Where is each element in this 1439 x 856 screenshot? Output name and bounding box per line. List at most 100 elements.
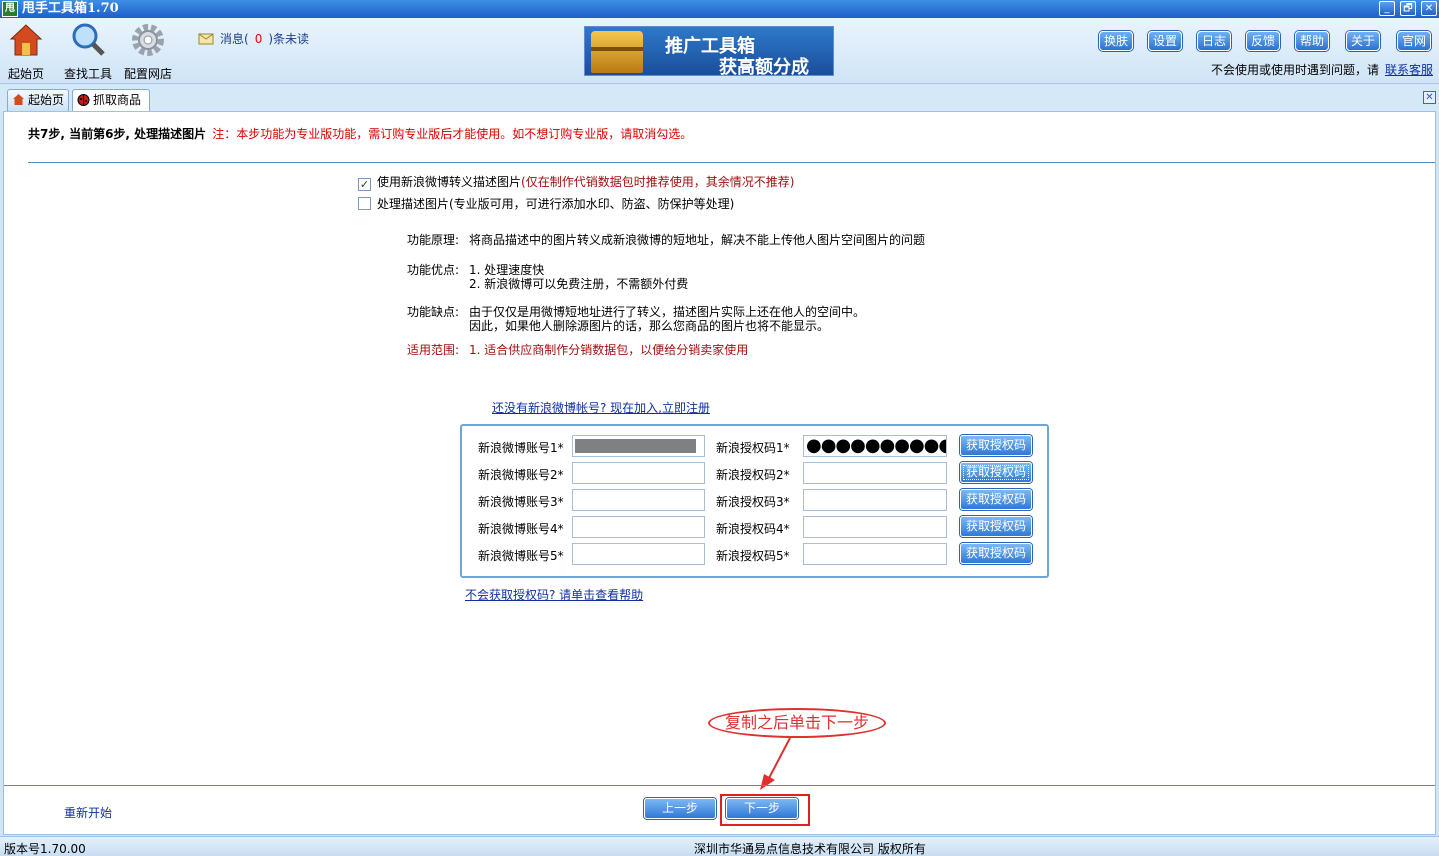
pros-item-2: 2. 新浪微博可以免费注册，不需额外付费 [469,277,689,291]
prev-step-button[interactable]: 上一步 [644,798,716,819]
find-tool-button[interactable]: 查找工具 [64,22,112,82]
pros-key: 功能优点: [407,263,460,277]
account-row-3: 新浪微博账号3* 新浪授权码3* 获取授权码 [462,489,1047,513]
gear-icon [132,24,164,56]
account-input-1[interactable] [572,435,705,457]
account-input-4[interactable] [572,516,705,538]
option1-label: 使用新浪微博转义描述图片 [377,175,522,189]
cons-key: 功能缺点: [407,305,460,319]
close-tab-icon[interactable]: ✕ [1423,91,1436,104]
get-auth-code-button-5[interactable]: 获取授权码 [960,543,1032,564]
help-button[interactable]: 帮助 [1295,31,1329,51]
account-row-5: 新浪微博账号5* 新浪授权码5* 获取授权码 [462,543,1047,567]
auth-label-2: 新浪授权码2* [716,468,790,482]
auth-label-5: 新浪授权码5* [716,549,790,563]
checkbox-weibo-convert[interactable]: ✓ [358,178,371,191]
option-process-images[interactable]: 处理描述图片(专业版可用，可进行添加水印、防盗、防保护等处理) [358,195,734,212]
home-icon [9,24,43,56]
footer-divider [4,785,1435,786]
scope-value: 1. 适合供应商制作分销数据包，以便给分销卖家使用 [469,343,749,357]
register-weibo-link[interactable]: 还没有新浪微博帐号? 现在加入,立即注册 [492,399,710,416]
auth-label-3: 新浪授权码3* [716,495,790,509]
tab-start-page[interactable]: 起始页 [7,89,69,111]
minimize-button[interactable]: _ [1379,1,1395,16]
message-link[interactable]: 消息(0)条未读 [198,30,309,47]
cons-line-2: 因此，如果他人删除源图片的话，那么您商品的图片也将不能显示。 [469,319,830,333]
account-row-4: 新浪微博账号4* 新浪授权码4* 获取授权码 [462,516,1047,540]
restore-button[interactable]: 🗗 [1400,1,1416,16]
close-button[interactable]: ✕ [1421,1,1437,16]
annotation-bubble: 复制之后单击下一步 [708,708,886,738]
toolbar: 起始页 查找工具 配置网店 消息(0)条未读 推广工具箱 获高额分成 换肤 设置… [0,18,1439,84]
account-label-5: 新浪微博账号5* [478,549,564,563]
log-button[interactable]: 日志 [1197,31,1231,51]
config-shop-button[interactable]: 配置网店 [124,22,172,82]
skin-button[interactable]: 换肤 [1099,31,1133,51]
checkbox-process-images[interactable] [358,197,371,210]
support-text: 不会使用或使用时遇到问题，请 [1210,63,1379,77]
option-weibo-convert[interactable]: ✓ 使用新浪微博转义描述图片(仅在制作代销数据包时推荐使用，其余情况不推荐) [358,173,794,191]
auth-input-2[interactable] [803,462,947,484]
promo-banner[interactable]: 推广工具箱 获高额分成 [584,26,834,78]
home-tool-button[interactable]: 起始页 [8,22,44,82]
feedback-button[interactable]: 反馈 [1246,31,1280,51]
find-tool-label: 查找工具 [64,67,113,81]
account-input-5[interactable] [572,543,705,565]
auth-input-5[interactable] [803,543,947,565]
account-form: 新浪微博账号1* 新浪授权码1* ●●●●●●●●●●●●● 获取授权码 新浪微… [460,424,1049,578]
account-label-1: 新浪微博账号1* [478,441,564,455]
website-button[interactable]: 官网 [1397,31,1431,51]
status-bar: 版本号1.70.00 深圳市华通易点信息技术有限公司 版权所有 [0,836,1439,856]
home-icon [13,94,24,105]
account-label-3: 新浪微博账号3* [478,495,564,509]
annotation-arrow-icon [760,737,791,790]
scope-key: 适用范围: [407,343,460,357]
account-input-3[interactable] [572,489,705,511]
get-auth-code-button-2[interactable]: 获取授权码 [960,462,1032,483]
window-title: 甩手工具箱1.70 [22,1,119,16]
copyright-text: 深圳市华通易点信息技术有限公司 版权所有 [694,842,926,856]
auth-input-1[interactable]: ●●●●●●●●●●●●● [803,435,947,457]
divider [28,162,1435,163]
account-label-2: 新浪微博账号2* [478,468,564,482]
account-label-4: 新浪微博账号4* [478,522,564,536]
get-auth-code-button-1[interactable]: 获取授权码 [960,435,1032,456]
banner-line2: 获高额分成 [719,57,809,78]
support-line: 不会使用或使用时遇到问题，请 联系客服 [1211,61,1433,78]
cons-row: 功能缺点: 由于仅仅是用微博短地址进行了转义，描述图片实际上还在他人的空间中。 因… [407,305,865,333]
tab-start-label: 起始页 [28,93,65,107]
principle-row: 功能原理: 将商品描述中的图片转义成新浪微博的短地址，解决不能上传他人图片空间图片… [407,233,925,247]
treasure-chest-icon [591,31,643,73]
get-auth-code-button-3[interactable]: 获取授权码 [960,489,1032,510]
auth-input-3[interactable] [803,489,947,511]
get-auth-code-button-4[interactable]: 获取授权码 [960,516,1032,537]
message-prefix: 消息( [220,32,249,46]
account-input-2[interactable] [572,462,705,484]
account-row-2: 新浪微博账号2* 新浪授权码2* 获取授权码 [462,462,1047,486]
principle-key: 功能原理: [407,233,460,247]
auth-input-1-value: ●●●●●●●●●●●●● [806,435,946,456]
title-bar: 甩 甩手工具箱1.70 _ 🗗 ✕ [0,0,1439,18]
account-input-1-value [575,439,696,453]
account-row-1: 新浪微博账号1* 新浪授权码1* ●●●●●●●●●●●●● 获取授权码 [462,435,1047,459]
pros-item-1: 1. 处理速度快 [469,263,545,277]
restart-link[interactable]: 重新开始 [64,804,112,821]
envelope-icon [198,33,214,45]
next-highlight-box [720,794,810,826]
principle-value: 将商品描述中的图片转义成新浪微博的短地址，解决不能上传他人图片空间图片的问题 [469,233,926,247]
option1-hint: (仅在制作代销数据包时推荐使用，其余情况不推荐) [521,175,795,189]
settings-button[interactable]: 设置 [1148,31,1182,51]
tab-grab-products[interactable]: 抓取商品 [72,89,150,112]
about-button[interactable]: 关于 [1346,31,1380,51]
app-icon: 甩 [2,1,18,17]
cons-line-1: 由于仅仅是用微博短地址进行了转义，描述图片实际上还在他人的空间中。 [469,305,866,319]
message-suffix: )条未读 [268,32,310,46]
tab-grab-label: 抓取商品 [93,93,142,107]
auth-input-4[interactable] [803,516,947,538]
auth-label-1: 新浪授权码1* [716,441,790,455]
auth-help-link[interactable]: 不会获取授权码? 请单击查看帮助 [465,586,643,603]
step-note: 注：本步功能为专业版功能，需订购专业版后才能使用。如不想订购专业版，请取消勾选。 [212,127,693,141]
step-text: 共7步, 当前第6步, 处理描述图片 [28,127,207,141]
version-text: 版本号1.70.00 [4,842,86,856]
contact-support-link[interactable]: 联系客服 [1385,63,1433,77]
